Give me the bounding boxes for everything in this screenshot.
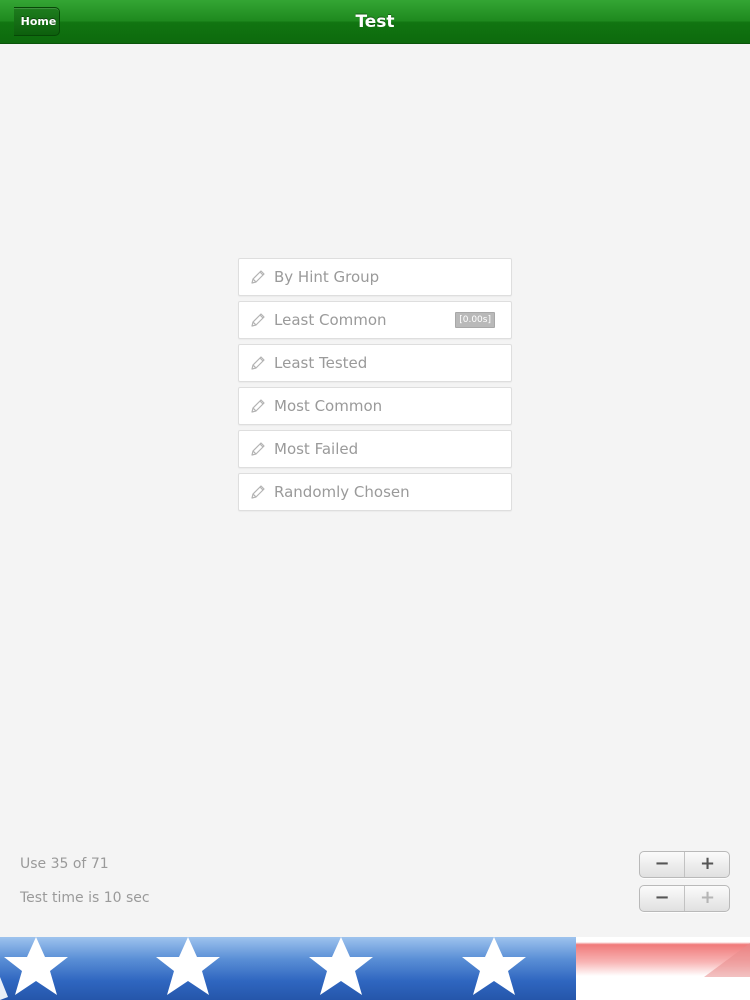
menu-item-by-hint-group[interactable]: By Hint Group (238, 258, 512, 296)
test-time-increment-button[interactable]: + (685, 886, 730, 911)
flag-stars (0, 937, 750, 1000)
pencil-icon (251, 313, 265, 327)
use-count-stepper: − + (639, 851, 730, 878)
navigation-bar: Test Home (0, 0, 750, 44)
pencil-icon (251, 485, 265, 499)
test-time-decrement-button[interactable]: − (640, 886, 685, 911)
flag-corner-fold (704, 943, 750, 977)
time-badge: [0.00s] (455, 312, 495, 328)
menu-item-least-common[interactable]: Least Common [0.00s] (238, 301, 512, 339)
menu-item-most-common[interactable]: Most Common (238, 387, 512, 425)
use-count-increment-button[interactable]: + (685, 852, 730, 877)
use-count-decrement-button[interactable]: − (640, 852, 685, 877)
menu-item-label: By Hint Group (274, 268, 380, 286)
menu-item-most-failed[interactable]: Most Failed (238, 430, 512, 468)
test-mode-list: By Hint Group Least Common [0.00s] Least… (238, 258, 512, 516)
star-icon (0, 977, 8, 1000)
menu-item-label: Most Common (274, 397, 383, 415)
pencil-icon (251, 399, 265, 413)
use-count-label: Use 35 of 71 (20, 856, 109, 872)
star-icon (156, 937, 220, 995)
home-back-label: Home (20, 15, 57, 28)
menu-item-label: Least Tested (274, 354, 368, 372)
menu-item-label: Randomly Chosen (274, 483, 410, 501)
test-time-stepper: − + (639, 885, 730, 912)
pencil-icon (251, 270, 265, 284)
test-time-label: Test time is 10 sec (20, 890, 150, 906)
star-icon (309, 937, 373, 995)
star-icon (4, 937, 68, 995)
home-back-button[interactable]: Home (14, 7, 60, 36)
page-title: Test (355, 12, 395, 32)
flag-banner (0, 937, 750, 1000)
menu-item-least-tested[interactable]: Least Tested (238, 344, 512, 382)
menu-item-randomly-chosen[interactable]: Randomly Chosen (238, 473, 512, 511)
star-icon (462, 937, 526, 995)
menu-item-label: Least Common (274, 311, 387, 329)
pencil-icon (251, 356, 265, 370)
pencil-icon (251, 442, 265, 456)
menu-item-label: Most Failed (274, 440, 359, 458)
